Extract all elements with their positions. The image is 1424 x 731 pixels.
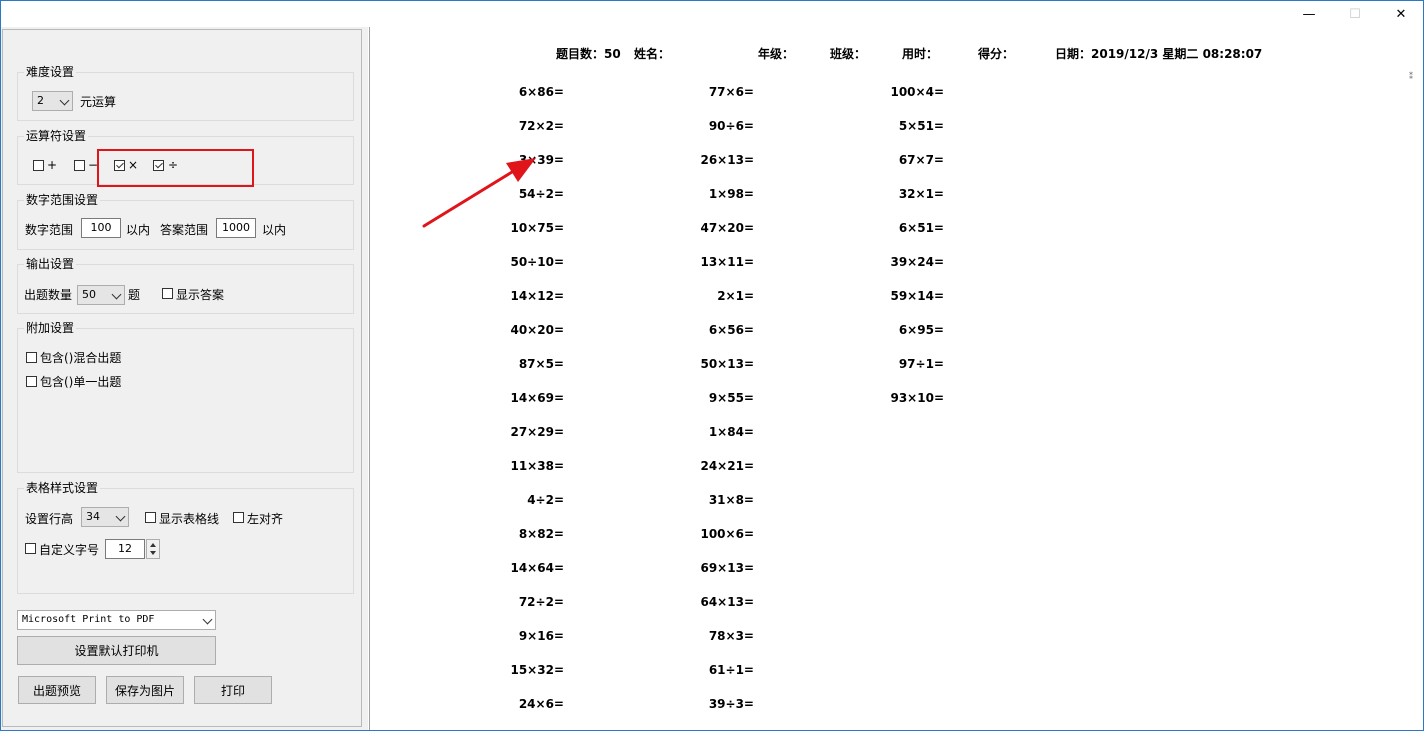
- annotation-arrow-head: [506, 158, 536, 182]
- annotation-arrow-line: [422, 170, 514, 228]
- annotation-arrow: [422, 158, 536, 228]
